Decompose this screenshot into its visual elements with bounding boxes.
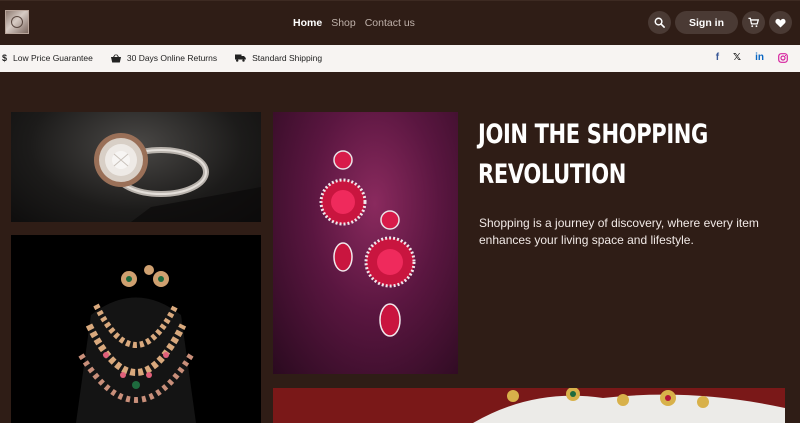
necklace-image [11, 235, 261, 423]
search-icon [654, 17, 665, 28]
nav-link-contact[interactable]: Contact us [365, 17, 415, 29]
wishlist-button[interactable] [769, 11, 792, 34]
hero-title-line1: JOIN THE SHOPPING [478, 119, 708, 150]
info-item-returns: 30 Days Online Returns [110, 53, 218, 63]
info-bar: $ Low Price Guarantee 30 Days Online Ret… [0, 45, 800, 72]
linkedin-icon[interactable]: in [755, 52, 764, 63]
basket-icon [110, 53, 121, 62]
cart-icon [748, 17, 759, 28]
info-label: Standard Shipping [252, 53, 323, 63]
logo[interactable] [5, 10, 29, 34]
info-label: 30 Days Online Returns [126, 53, 218, 63]
heart-icon [775, 18, 786, 28]
info-item-shipping: Standard Shipping [235, 53, 322, 63]
search-button[interactable] [648, 11, 671, 34]
sign-in-button[interactable]: Sign in [675, 11, 738, 34]
main-nav: Home Shop Contact us [293, 17, 415, 29]
dollar-icon: $ [2, 53, 8, 63]
x-icon[interactable]: 𝕏 [733, 52, 741, 63]
header-actions: Sign in [648, 11, 792, 34]
instagram-icon[interactable] [778, 52, 788, 63]
ring-image [11, 112, 261, 222]
social-links: f 𝕏 in [716, 52, 788, 63]
nav-link-home[interactable]: Home [293, 17, 322, 29]
top-header: Home Shop Contact us Sign in [0, 0, 800, 45]
nav-link-shop[interactable]: Shop [331, 17, 356, 29]
hero-title: JOIN THE SHOPPING REVOLUTION [478, 115, 712, 195]
earrings-image [273, 112, 458, 374]
jewelry-set-image [273, 388, 785, 423]
cart-button[interactable] [742, 11, 765, 34]
hero-title-line2: REVOLUTION [478, 159, 627, 190]
facebook-icon[interactable]: f [716, 52, 719, 63]
info-item-price: $ Low Price Guarantee [2, 53, 93, 63]
info-label: Low Price Guarantee [13, 53, 93, 63]
truck-icon [235, 54, 246, 62]
hero-description: Shopping is a journey of discovery, wher… [479, 216, 759, 247]
